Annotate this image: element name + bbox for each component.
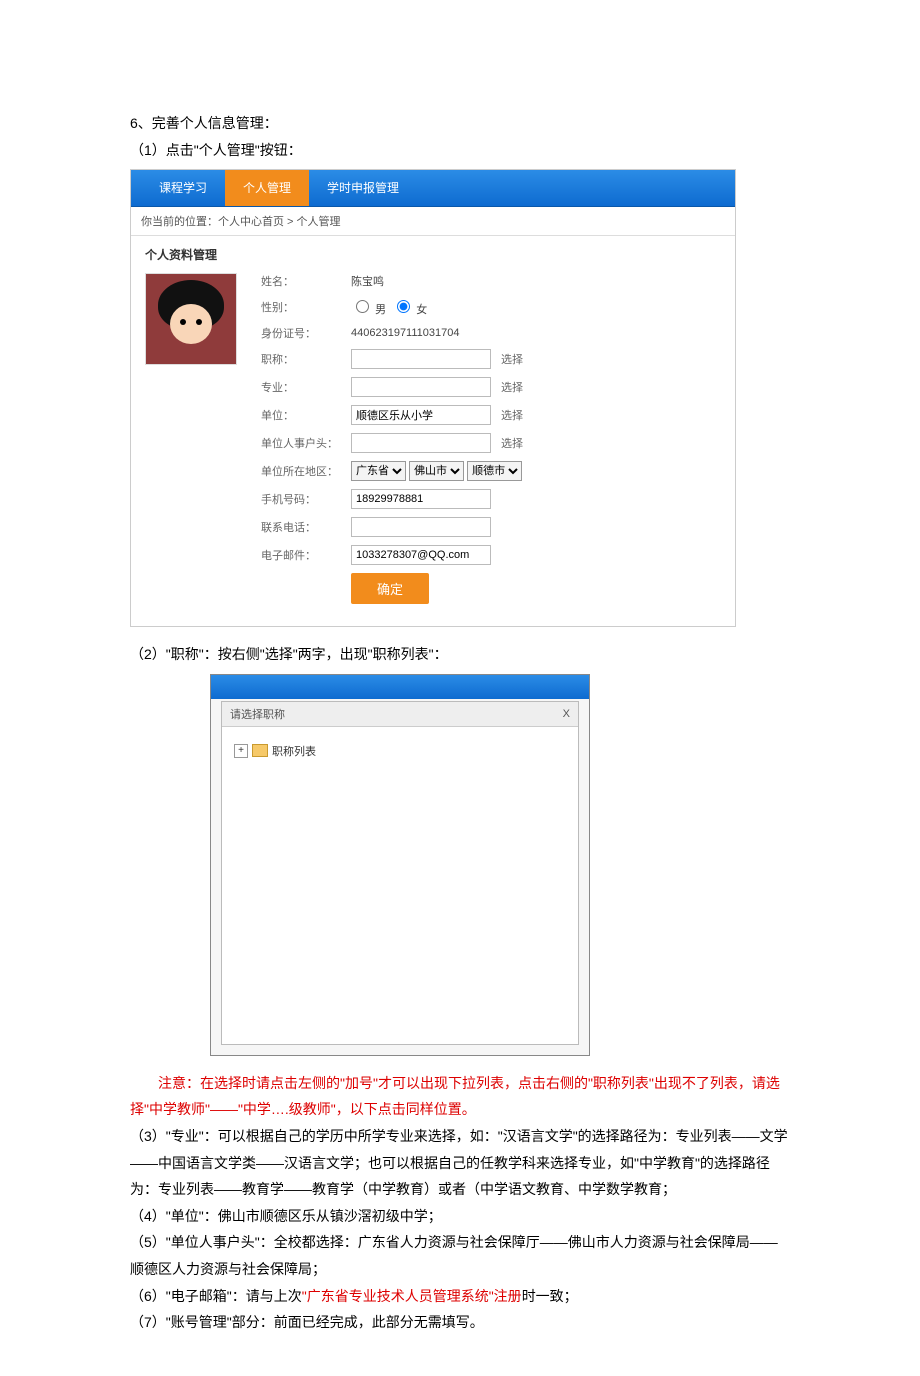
tab-study[interactable]: 课程学习: [141, 170, 225, 206]
p6-text: （6）"电子邮箱"：请与上次"广东省专业技术人员管理系统"注册时一致；: [130, 1283, 790, 1310]
title-pick-link[interactable]: 选择: [501, 351, 523, 367]
province-select[interactable]: 广东省: [351, 461, 406, 481]
phone-label: 联系电话：: [261, 519, 351, 535]
plus-icon[interactable]: +: [234, 744, 248, 758]
major-input[interactable]: [351, 377, 491, 397]
gender-label: 性别：: [261, 299, 351, 315]
submit-button[interactable]: 确定: [351, 573, 429, 604]
section-title: 个人资料管理: [131, 236, 735, 273]
unit-label: 单位：: [261, 407, 351, 423]
p7-text: （7）"账号管理"部分：前面已经完成，此部分无需填写。: [130, 1309, 790, 1336]
hr-pick-link[interactable]: 选择: [501, 435, 523, 451]
name-value: 陈宝鸣: [351, 273, 384, 289]
hr-label: 单位人事户头：: [261, 435, 351, 451]
mobile-input[interactable]: [351, 489, 491, 509]
id-label: 身份证号：: [261, 325, 351, 341]
gender-female-label: 女: [416, 304, 427, 316]
tree-root-label: 职称列表: [272, 743, 316, 759]
hr-input[interactable]: [351, 433, 491, 453]
gender-male-label: 男: [375, 304, 386, 316]
tree-root-item[interactable]: + 职称列表: [234, 743, 566, 759]
step6-1-text: （1）点击"个人管理"按钮：: [130, 137, 790, 164]
gender-female-radio[interactable]: [397, 300, 410, 313]
avatar: [145, 273, 237, 365]
breadcrumb: 你当前的位置：个人中心首页 > 个人管理: [131, 207, 735, 236]
major-label: 专业：: [261, 379, 351, 395]
title-input[interactable]: [351, 349, 491, 369]
major-pick-link[interactable]: 选择: [501, 379, 523, 395]
folder-icon: [252, 744, 268, 757]
name-label: 姓名：: [261, 273, 351, 289]
gender-male-radio[interactable]: [356, 300, 369, 313]
unit-pick-link[interactable]: 选择: [501, 407, 523, 423]
region-label: 单位所在地区：: [261, 463, 351, 479]
p5-text: （5）"单位人事户头"：全校都选择：广东省人力资源与社会保障厅——佛山市人力资源…: [130, 1229, 790, 1282]
phone-input[interactable]: [351, 517, 491, 537]
tab-apply[interactable]: 学时申报管理: [309, 170, 417, 206]
note-text: 注意：在选择时请点击左侧的"加号"才可以出现下拉列表，点击右侧的"职称列表"出现…: [130, 1070, 790, 1123]
tab-personal[interactable]: 个人管理: [225, 170, 309, 206]
city-select[interactable]: 佛山市: [409, 461, 464, 481]
p4-text: （4）"单位"：佛山市顺德区乐从镇沙滘初级中学；: [130, 1203, 790, 1230]
id-value: 440623197111031704: [351, 327, 460, 339]
step6-heading: 6、完善个人信息管理：: [130, 110, 790, 137]
email-label: 电子邮件：: [261, 547, 351, 563]
title-label: 职称：: [261, 351, 351, 367]
figure-personal-form: 课程学习 个人管理 学时申报管理 你当前的位置：个人中心首页 > 个人管理 个人…: [130, 169, 736, 627]
profile-form: 姓名：陈宝鸣 性别： 男 女 身份证号：440623197111031704 职…: [261, 273, 523, 612]
figure-title-modal: 请选择职称 X + 职称列表: [210, 674, 590, 1056]
modal-close-button[interactable]: X: [563, 708, 570, 720]
district-select[interactable]: 顺德市: [467, 461, 522, 481]
tab-bar: 课程学习 个人管理 学时申报管理: [131, 170, 735, 207]
p3-text: （3）"专业"：可以根据自己的学历中所学专业来选择，如："汉语言文学"的选择路径…: [130, 1123, 790, 1203]
mobile-label: 手机号码：: [261, 491, 351, 507]
step6-2-text: （2）"职称"：按右侧"选择"两字，出现"职称列表"：: [130, 641, 790, 668]
unit-input[interactable]: [351, 405, 491, 425]
title-select-modal: 请选择职称 X + 职称列表: [221, 701, 579, 1045]
modal-title: 请选择职称: [230, 706, 285, 722]
email-input[interactable]: [351, 545, 491, 565]
